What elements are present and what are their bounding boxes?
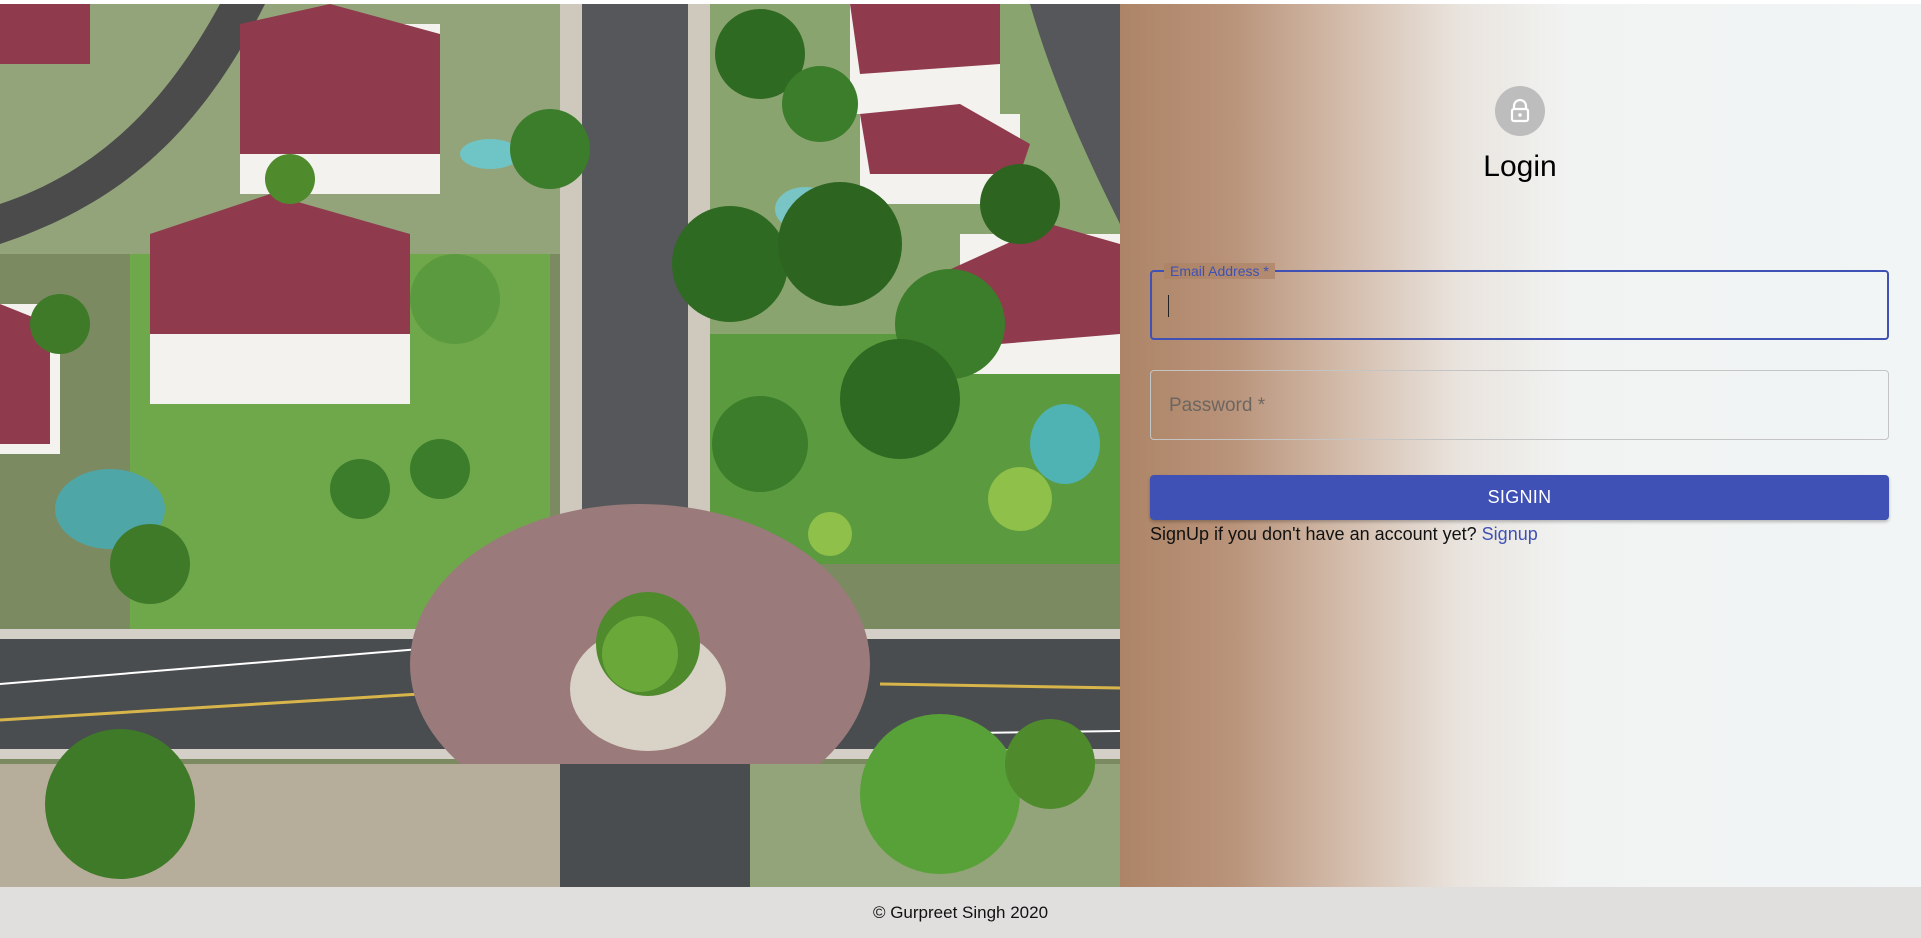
login-panel: Login Email Address * Password * SIGNIN … (1120, 4, 1921, 887)
text-cursor (1168, 295, 1169, 317)
email-field[interactable]: Email Address * (1150, 263, 1889, 340)
email-field-label: Email Address * (1164, 263, 1275, 279)
footer: © Gurpreet Singh 2020 (0, 887, 1921, 938)
login-title: Login (1483, 150, 1557, 183)
signin-button[interactable]: SIGNIN (1150, 475, 1889, 520)
password-placeholder: Password * (1169, 395, 1266, 416)
signup-prompt-row: SignUp if you don't have an account yet?… (1150, 524, 1538, 545)
copyright-text: © Gurpreet Singh 2020 (872, 902, 1049, 922)
lock-icon (1495, 86, 1545, 136)
signup-prompt-text: SignUp if you don't have an account yet? (1150, 524, 1477, 544)
signup-link[interactable]: Signup (1482, 524, 1538, 544)
password-field[interactable]: Password * (1150, 370, 1889, 440)
aerial-neighborhood-image (0, 4, 1120, 887)
